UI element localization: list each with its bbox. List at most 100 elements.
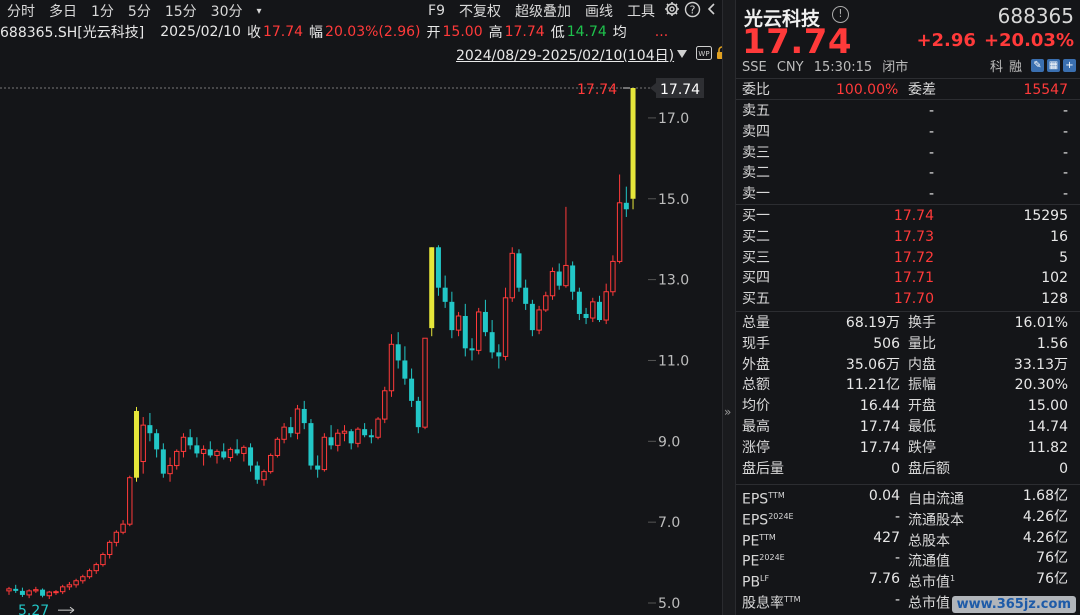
tab-multi-day[interactable]: 多日 (42, 1, 84, 21)
draw-line-button[interactable]: 画线 (578, 1, 620, 21)
chevron-left-icon[interactable] (702, 2, 722, 20)
candle-body (368, 435, 374, 438)
ask-level-label: 卖三 (742, 144, 770, 161)
bid-volume: 102 (1041, 270, 1068, 287)
candle-body (388, 343, 395, 392)
candle-body (563, 264, 569, 287)
valuation-value: - (894, 591, 900, 608)
candle-body (529, 303, 535, 331)
candle-body (73, 580, 79, 586)
tab-5min[interactable]: 5分 (121, 1, 158, 21)
stat-value: 11.82 (1027, 439, 1068, 456)
stat-row: 总额 11.21亿 振幅 20.30% (736, 375, 1080, 396)
candle-body (435, 247, 441, 288)
stat-value: 68.19万 (845, 315, 900, 331)
valuation-table: EPSTTM 0.04 自由流通 1.68亿 EPS2024E - 流通股本 4.… (736, 483, 1080, 612)
candle-body (415, 400, 421, 428)
stat-value: 1.56 (1036, 335, 1068, 352)
candle-body (341, 430, 348, 434)
stat-value: 506 (873, 335, 900, 352)
valuation-value: 1.68亿 (1022, 488, 1068, 504)
candle-body (570, 265, 576, 292)
candle-body (409, 378, 415, 401)
tab-15min[interactable]: 15分 (158, 1, 204, 21)
stat-value: 17.74 (859, 418, 900, 435)
valuation-value: 427 (873, 529, 900, 546)
candle-body (93, 564, 99, 572)
candle-body (308, 423, 314, 466)
ask-volume: - (1062, 144, 1068, 161)
ask-volume: - (1062, 186, 1068, 203)
grid-icon[interactable]: ▦ (1047, 59, 1060, 72)
date-range-label[interactable]: 2024/08/29-2025/02/10(104日) (456, 45, 674, 65)
more-dots[interactable]: ... (655, 24, 668, 40)
ask-volume: - (1062, 123, 1068, 140)
tools-button[interactable]: 工具 (620, 1, 662, 21)
candle-info-row: 688365.SH[光云科技] 2025/02/10 收 17.74 幅 20.… (0, 22, 722, 42)
bid-level-label: 买四 (742, 270, 770, 287)
divider-line (736, 204, 1080, 205)
quote-panel: 光云科技 ! 688365 17.74 +2.96 +20.03% SSE CNY… (736, 0, 1080, 615)
valuation-row: EPS2024E - 流通股本 4.26亿 (736, 507, 1080, 529)
stat-row: 均价 16.44 开盘 15.00 (736, 396, 1080, 417)
candle-body (301, 408, 307, 424)
gear-icon[interactable] (662, 1, 682, 21)
candle-body (248, 447, 254, 466)
bid-volume: 16 (1050, 228, 1068, 245)
candle-body (516, 253, 522, 288)
candle-body (429, 247, 435, 329)
stat-label: 内盘 (908, 356, 936, 373)
valuation-label: 总市值 (908, 595, 950, 612)
f9-button[interactable]: F9 (421, 3, 452, 19)
valuation-value: 76亿 (1036, 571, 1068, 588)
help-icon[interactable]: ? (682, 1, 702, 22)
candle-body (147, 425, 153, 434)
candle-body (214, 450, 220, 456)
tab-intraday[interactable]: 分时 (0, 1, 42, 21)
candle-body (154, 433, 160, 450)
time-label: 15:30:15 (813, 60, 873, 75)
candle-body (375, 418, 381, 438)
max-price-label: 17.74 (577, 82, 617, 98)
valuation-row: EPSTTM 0.04 自由流通 1.68亿 (736, 486, 1080, 508)
candle-body (315, 465, 321, 470)
bid-price: 17.74 (893, 208, 934, 224)
stats-table: 总量 68.19万 换手 16.01% 现手 506 量比 1.56 外盘 35.0… (736, 310, 1080, 479)
bid-level-label: 买一 (742, 208, 770, 224)
candle-body (590, 301, 596, 319)
candle-body (207, 449, 213, 456)
ask-price: - (928, 144, 934, 161)
market-status: 闭市 (882, 60, 909, 75)
candle-body (19, 590, 25, 595)
panel-divider[interactable]: » (722, 0, 736, 615)
collapse-icon[interactable]: » (724, 405, 731, 419)
candle-body (549, 271, 556, 297)
ask-row: 卖二 - - (736, 163, 1080, 184)
plus-icon[interactable]: + (1063, 59, 1076, 72)
candle-body (227, 448, 234, 458)
candle-body (335, 432, 341, 446)
no-adjust-button[interactable]: 不复权 (452, 1, 508, 21)
divider-line (736, 484, 1080, 485)
candle-body (33, 589, 39, 592)
wp-icon[interactable]: WP (696, 46, 713, 64)
valuation-value: 4.26亿 (1022, 508, 1068, 525)
period-dropdown[interactable]: ▾ (250, 6, 269, 17)
info-icon[interactable]: ! (832, 6, 849, 23)
stat-label: 盘后额 (908, 460, 950, 477)
kline-panel: 分时 多日 1分 5分 15分 30分 ▾ F9 不复权 超级叠加 画线 工具 … (0, 0, 728, 615)
candle-body (576, 291, 582, 314)
ask-price: - (928, 103, 934, 119)
candle-body (630, 88, 636, 199)
divider-line (736, 78, 1080, 79)
tab-1min[interactable]: 1分 (84, 1, 121, 21)
edit-icon[interactable]: ✎ (1031, 59, 1044, 72)
candlestick-chart[interactable]: 5.0 7.0 9.0 11.0 13.0 15.0 17.0 17.74 17.74 5.27 (0, 66, 722, 615)
open-value: 15.00 (442, 24, 483, 40)
tab-30min[interactable]: 30分 (204, 1, 250, 21)
currency-label: CNY (776, 60, 804, 75)
bid-row: 买四 17.71 102 (736, 268, 1080, 289)
range-dropdown-icon[interactable] (676, 47, 688, 63)
overlay-button[interactable]: 超级叠加 (508, 1, 578, 21)
candle-body (40, 589, 46, 596)
